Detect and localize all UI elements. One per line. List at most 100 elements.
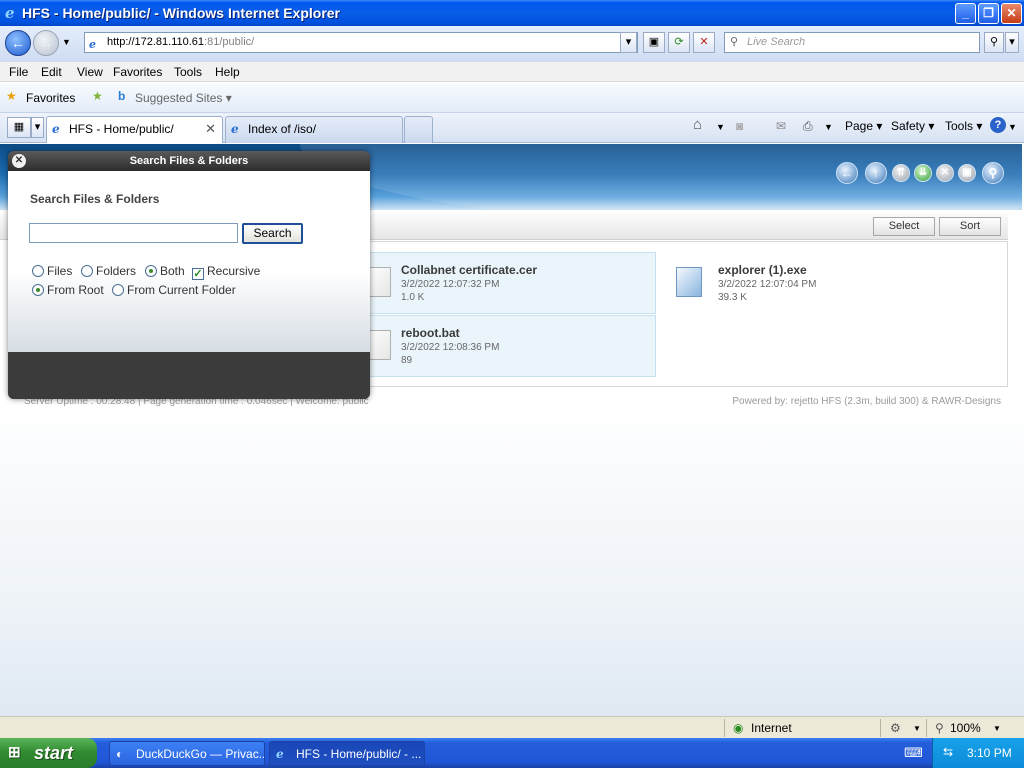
recent-pages-dropdown[interactable]: ▼ bbox=[62, 37, 71, 47]
radio-icon[interactable] bbox=[112, 284, 124, 296]
tab-list-button[interactable]: ▾ bbox=[31, 117, 44, 138]
file-name[interactable]: reboot.bat bbox=[401, 326, 460, 340]
favorites-button[interactable]: Favorites bbox=[26, 91, 75, 105]
file-size: 89 bbox=[401, 355, 413, 366]
option-folders[interactable]: Folders bbox=[81, 264, 136, 278]
tab-close-icon[interactable]: ✕ bbox=[205, 117, 216, 141]
page-icon: e bbox=[89, 38, 96, 51]
file-size: 39.3 K bbox=[718, 292, 747, 303]
menu-edit[interactable]: Edit bbox=[41, 65, 62, 79]
url-path: :81/public/ bbox=[204, 36, 255, 48]
internet-zone-icon: ◉ bbox=[733, 721, 744, 735]
quick-tabs-button[interactable]: ▦ bbox=[7, 117, 31, 138]
refresh-button[interactable]: ⟳ bbox=[668, 32, 690, 53]
taskbar-item-duckduckgo[interactable]: ◐ DuckDuckGo — Privac... bbox=[109, 741, 265, 766]
safety-menu[interactable]: Safety ▾ bbox=[891, 119, 934, 133]
menu-view[interactable]: View bbox=[77, 65, 103, 79]
file-item-explorer-exe[interactable]: explorer (1).exe 3/2/2022 12:07:04 PM 39… bbox=[667, 252, 967, 314]
powered-by: Powered by: rejetto HFS (2.3m, build 300… bbox=[732, 396, 1001, 407]
expand-icon[interactable]: ⇈ bbox=[892, 164, 910, 182]
dialog-close-icon[interactable]: ✕ bbox=[12, 154, 26, 168]
feeds-icon[interactable]: ◙ bbox=[736, 119, 743, 133]
duckduckgo-icon: ◐ bbox=[116, 747, 124, 761]
print-icon[interactable]: ⎙ bbox=[803, 119, 813, 134]
keyboard-icon[interactable]: ⌨ bbox=[904, 745, 923, 761]
file-name[interactable]: Collabnet certificate.cer bbox=[401, 263, 537, 277]
up-folder-icon[interactable]: ↑ bbox=[865, 162, 887, 184]
home-icon[interactable]: ⌂ bbox=[693, 116, 702, 133]
checkbox-checked-icon[interactable]: ✓ bbox=[192, 268, 204, 280]
radio-selected-icon[interactable] bbox=[32, 284, 44, 296]
dialog-header: ✕ Search Files & Folders bbox=[8, 151, 370, 171]
delete-icon[interactable]: ✕ bbox=[936, 164, 954, 182]
tab-page-icon: e bbox=[231, 122, 239, 136]
windows-flag-icon: ⊞ bbox=[8, 744, 21, 761]
read-mail-icon[interactable]: ✉ bbox=[776, 119, 786, 133]
add-to-favorites-icon[interactable]: ★ bbox=[92, 89, 103, 103]
forward-button[interactable]: → bbox=[33, 30, 59, 56]
suggested-sites-link[interactable]: Suggested Sites ▾ bbox=[135, 91, 232, 105]
tools-menu[interactable]: Tools ▾ bbox=[945, 119, 982, 133]
file-size: 1.0 K bbox=[401, 292, 425, 303]
protected-mode-icon[interactable]: ⚙ bbox=[890, 721, 901, 735]
print-dropdown[interactable]: ▼ bbox=[824, 122, 833, 132]
file-item-reboot-bat[interactable]: reboot.bat 3/2/2022 12:08:36 PM 89 bbox=[356, 315, 656, 377]
protected-mode-dropdown[interactable]: ▼ bbox=[913, 724, 921, 733]
help-icon[interactable]: ? bbox=[990, 117, 1006, 133]
close-button[interactable]: ✕ bbox=[1001, 3, 1022, 24]
address-bar[interactable]: e http://172.81.110.61:81/public/ bbox=[84, 32, 638, 53]
option-from-root[interactable]: From Root bbox=[32, 283, 104, 297]
help-dropdown[interactable]: ▼ bbox=[1008, 122, 1017, 132]
ie-taskbar-icon: e bbox=[276, 747, 284, 761]
option-both[interactable]: Both bbox=[145, 264, 185, 278]
page-menu[interactable]: Page ▾ bbox=[845, 119, 882, 133]
zoom-icon: ⚲ bbox=[935, 721, 944, 735]
search-options-button[interactable]: ▾ bbox=[1005, 32, 1019, 53]
radio-icon[interactable] bbox=[32, 265, 44, 277]
zoom-dropdown[interactable]: ▼ bbox=[993, 724, 1001, 733]
file-name[interactable]: explorer (1).exe bbox=[718, 263, 807, 277]
option-from-current-folder[interactable]: From Current Folder bbox=[112, 283, 236, 297]
option-from-current-label: From Current Folder bbox=[127, 283, 236, 297]
stop-button[interactable]: ✕ bbox=[693, 32, 715, 53]
back-button[interactable]: ← bbox=[5, 30, 31, 56]
menu-tools[interactable]: Tools bbox=[174, 65, 202, 79]
new-tab-button[interactable] bbox=[404, 116, 433, 143]
network-icon[interactable]: ⇆ bbox=[943, 745, 953, 759]
favorites-star-icon: ★ bbox=[6, 89, 17, 103]
search-icon[interactable]: ⚲ bbox=[982, 162, 1004, 184]
compatibility-view-button[interactable]: ▣ bbox=[643, 32, 665, 53]
menu-file[interactable]: File bbox=[9, 65, 28, 79]
tab-hfs-home[interactable]: e HFS - Home/public/ ✕ bbox=[46, 116, 223, 143]
collapse-icon[interactable]: ⇊ bbox=[914, 164, 932, 182]
search-button[interactable]: ⚲ bbox=[984, 32, 1004, 53]
menu-help[interactable]: Help bbox=[215, 65, 240, 79]
file-item-collabnet-certificate[interactable]: Collabnet certificate.cer 3/2/2022 12:07… bbox=[356, 252, 656, 314]
maximize-button[interactable]: ❐ bbox=[978, 3, 999, 24]
zoom-level[interactable]: 100% bbox=[950, 721, 981, 735]
lock-icon[interactable]: ▣ bbox=[958, 164, 976, 182]
minimize-button[interactable]: _ bbox=[955, 3, 976, 24]
home-dropdown[interactable]: ▼ bbox=[716, 122, 725, 132]
option-files[interactable]: Files bbox=[32, 264, 72, 278]
back-nav-icon[interactable]: ← bbox=[836, 162, 858, 184]
security-zone[interactable]: Internet bbox=[751, 721, 792, 735]
radio-icon[interactable] bbox=[81, 265, 93, 277]
exe-file-icon bbox=[676, 267, 702, 297]
search-input[interactable]: ⚲ Live Search bbox=[724, 32, 980, 53]
address-dropdown-button[interactable]: ▾ bbox=[620, 32, 637, 53]
taskbar-item-hfs[interactable]: e HFS - Home/public/ - ... bbox=[269, 741, 425, 766]
radio-selected-icon[interactable] bbox=[145, 265, 157, 277]
select-button[interactable]: Select bbox=[873, 217, 935, 236]
start-label: start bbox=[34, 743, 74, 763]
status-divider bbox=[880, 719, 881, 737]
search-submit-button[interactable]: Search bbox=[242, 223, 303, 244]
search-placeholder: Live Search bbox=[747, 36, 806, 48]
menu-favorites[interactable]: Favorites bbox=[113, 65, 162, 79]
sort-button[interactable]: Sort bbox=[939, 217, 1001, 236]
tab-index-iso[interactable]: e Index of /iso/ bbox=[225, 116, 403, 143]
option-recursive[interactable]: ✓ Recursive bbox=[192, 264, 260, 280]
start-button[interactable]: ⊞ start bbox=[0, 738, 97, 768]
clock[interactable]: 3:10 PM bbox=[967, 746, 1012, 760]
search-query-input[interactable] bbox=[29, 223, 238, 243]
